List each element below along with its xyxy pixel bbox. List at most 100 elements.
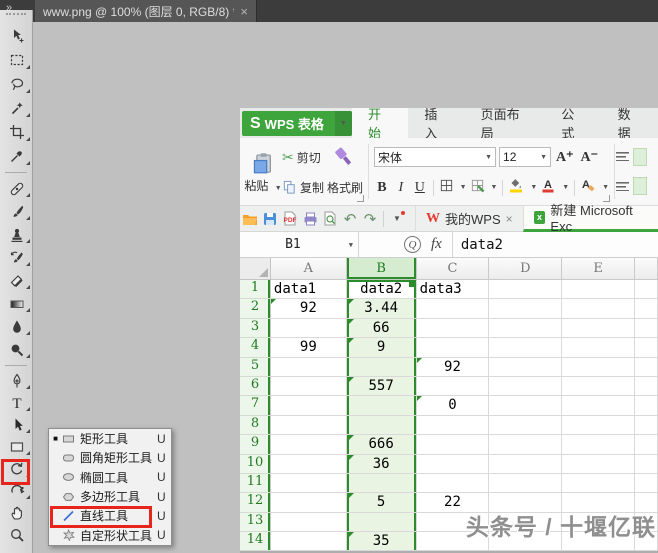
copy-button[interactable]: 复制 xyxy=(282,176,324,200)
move-tool-icon[interactable] xyxy=(0,24,33,48)
cell-C6[interactable] xyxy=(416,376,490,397)
clear-format-button[interactable]: A xyxy=(580,177,596,198)
font-color-button[interactable]: A xyxy=(540,177,556,198)
tab-home[interactable]: 开始 xyxy=(352,108,409,141)
cell-F4[interactable] xyxy=(635,338,658,358)
cell-C5[interactable]: 92 xyxy=(416,357,490,377)
cell-A13[interactable] xyxy=(270,512,347,533)
bold-button[interactable]: B xyxy=(374,179,390,197)
cell-D9[interactable] xyxy=(489,435,563,455)
align-left-icon[interactable] xyxy=(616,181,630,191)
underline-button[interactable]: U xyxy=(412,179,428,197)
print-icon[interactable] xyxy=(300,209,320,229)
col-header-B[interactable]: B xyxy=(346,258,417,280)
cell-B9[interactable]: 666 xyxy=(346,435,417,455)
cut-button[interactable]: ✂ 剪切 xyxy=(282,145,324,169)
customize-toolbar-icon[interactable]: ▼ xyxy=(387,209,407,229)
cell-F8[interactable] xyxy=(635,415,658,436)
cell-A7[interactable] xyxy=(270,396,347,416)
cell-A9[interactable] xyxy=(270,435,347,455)
cell-B4[interactable]: 9 xyxy=(346,338,417,358)
select-all-corner[interactable] xyxy=(240,258,271,280)
ps-document-tab[interactable]: www.png @ 100% (图层 0, RGB/8) * × xyxy=(35,0,257,22)
tab-new-workbook[interactable]: x 新建 Microsoft Exc xyxy=(522,203,658,234)
row-header-2[interactable]: 2 xyxy=(240,299,271,319)
menu-item-line-tool[interactable]: 直线工具 U xyxy=(49,506,171,525)
redo-icon[interactable]: ↷ xyxy=(360,209,380,229)
cell-A10[interactable] xyxy=(270,454,347,474)
cell-E5[interactable] xyxy=(562,357,636,377)
tab-close-icon[interactable]: × xyxy=(506,212,513,226)
path-selection-tool-icon[interactable] xyxy=(0,414,33,436)
tab-my-wps[interactable]: W 我的WPS × xyxy=(415,205,523,232)
brush-tool-icon[interactable] xyxy=(0,200,33,223)
export-pdf-icon[interactable]: PDF xyxy=(280,209,300,229)
cell-F7[interactable] xyxy=(635,396,658,416)
cell-A1[interactable]: data1 xyxy=(270,280,347,300)
font-size-select[interactable]: 12 ▼ xyxy=(499,147,552,167)
cell-D10[interactable] xyxy=(489,454,563,474)
chevron-down-icon[interactable]: ▼ xyxy=(602,184,609,191)
cell-A11[interactable] xyxy=(270,473,347,494)
eyedropper-tool-icon[interactable] xyxy=(0,144,33,168)
cell-D6[interactable] xyxy=(489,376,563,397)
cell-B7[interactable] xyxy=(346,396,417,416)
cell-B6[interactable]: 557 xyxy=(346,376,417,397)
cell-F6[interactable] xyxy=(635,376,658,397)
cell-F5[interactable] xyxy=(635,357,658,377)
tab-data[interactable]: 数据 xyxy=(602,108,658,141)
toolbar-grip[interactable] xyxy=(6,13,26,23)
chevron-down-icon[interactable]: ▼ xyxy=(530,184,537,191)
italic-button[interactable]: I xyxy=(393,179,409,197)
save-icon[interactable] xyxy=(260,209,280,229)
col-header-C[interactable]: C xyxy=(416,258,490,280)
cell-F2[interactable] xyxy=(635,299,658,319)
cell-B13[interactable] xyxy=(346,512,417,533)
cell-B2[interactable]: 3.44 xyxy=(346,299,417,319)
cell-C4[interactable] xyxy=(416,338,490,358)
row-header-14[interactable]: 14 xyxy=(240,532,271,552)
shrink-font-button[interactable]: A⁻ xyxy=(579,149,601,166)
row-header-12[interactable]: 12 xyxy=(240,493,271,513)
cell-D5[interactable] xyxy=(489,357,563,377)
cell-C7[interactable]: 0 xyxy=(416,396,490,416)
blur-tool-icon[interactable] xyxy=(0,315,33,338)
cell-D4[interactable] xyxy=(489,338,563,358)
row-header-8[interactable]: 8 xyxy=(240,415,271,436)
rectangular-marquee-tool-icon[interactable] xyxy=(0,48,33,72)
cell-C11[interactable] xyxy=(416,473,490,494)
tab-insert[interactable]: 插入 xyxy=(408,108,464,141)
cell-E9[interactable] xyxy=(562,435,636,455)
cell-F3[interactable] xyxy=(635,318,658,339)
open-file-icon[interactable] xyxy=(240,209,260,229)
cell-A4[interactable]: 99 xyxy=(270,338,347,358)
gradient-tool-icon[interactable] xyxy=(0,292,33,315)
row-header-11[interactable]: 11 xyxy=(240,473,271,494)
chevron-down-icon[interactable]: ▼ xyxy=(491,184,498,191)
cell-D7[interactable] xyxy=(489,396,563,416)
cell-E2[interactable] xyxy=(562,299,636,319)
fill-handle[interactable] xyxy=(408,282,414,287)
cell-B1[interactable]: data2 xyxy=(346,280,417,300)
col-header-A[interactable]: A xyxy=(270,258,347,280)
row-header-13[interactable]: 13 xyxy=(240,512,271,533)
cell-C2[interactable] xyxy=(416,299,490,319)
cell-E3[interactable] xyxy=(562,318,636,339)
cell-B5[interactable] xyxy=(346,357,417,377)
chevron-down-icon[interactable]: ▼ xyxy=(460,184,467,191)
row-header-6[interactable]: 6 xyxy=(240,376,271,397)
print-preview-icon[interactable] xyxy=(320,209,340,229)
cell-C9[interactable] xyxy=(416,435,490,455)
magic-wand-tool-icon[interactable] xyxy=(0,96,33,120)
cell-B12[interactable]: 5 xyxy=(346,493,417,513)
cell-A3[interactable] xyxy=(270,318,347,339)
cell-D3[interactable] xyxy=(489,318,563,339)
paste-button[interactable]: 粘贴 ▼ xyxy=(244,142,282,203)
grow-font-button[interactable]: A⁺ xyxy=(554,149,576,166)
name-box[interactable]: B1 ▼ xyxy=(240,232,359,257)
tab-close-icon[interactable]: × xyxy=(240,4,248,19)
fill-color-button[interactable] xyxy=(508,177,524,198)
pen-tool-icon[interactable] xyxy=(0,370,33,392)
menu-item-custom-shape-tool[interactable]: 自定形状工具 U xyxy=(49,525,171,544)
wps-app-button[interactable]: S WPS 表格 ▼ xyxy=(242,111,352,136)
